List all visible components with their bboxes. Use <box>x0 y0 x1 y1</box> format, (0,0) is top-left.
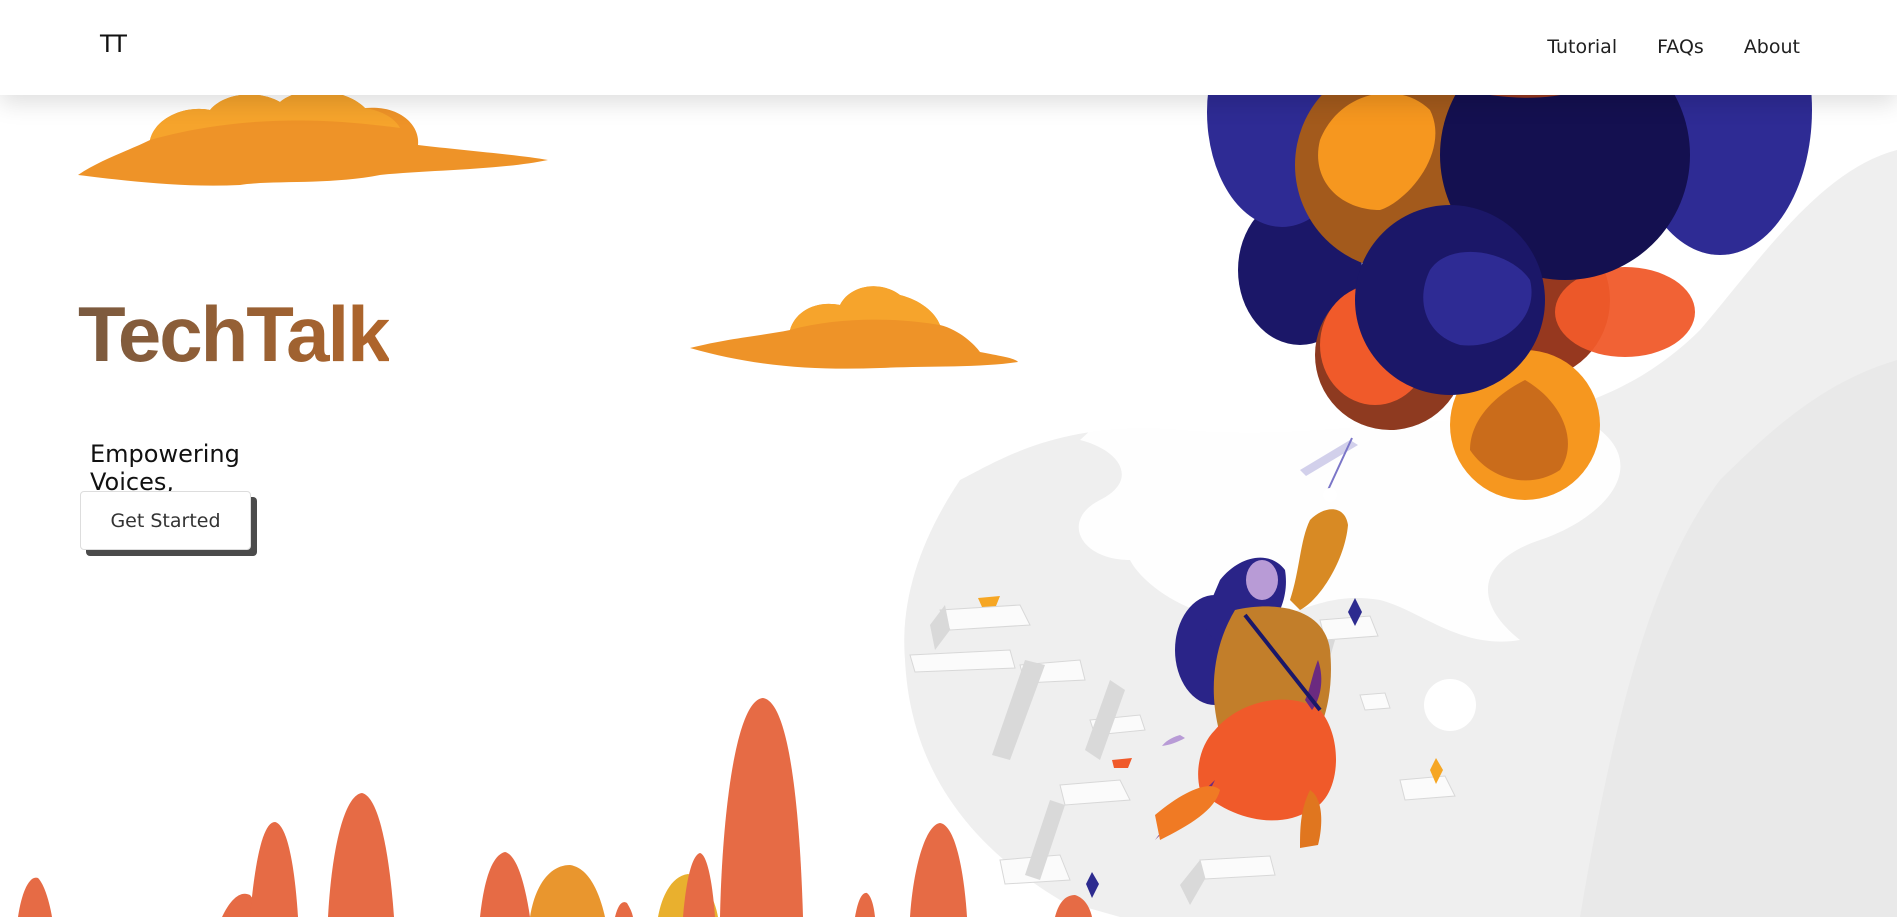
get-started-button[interactable]: Get Started <box>80 491 251 550</box>
cloud-center <box>690 286 1018 369</box>
cloud-left <box>78 90 548 186</box>
nav-link-tutorial[interactable]: Tutorial <box>1547 36 1617 58</box>
nav-link-about[interactable]: About <box>1744 36 1800 58</box>
hero-illustration <box>18 0 1897 917</box>
navbar: TT Tutorial FAQs About <box>0 0 1897 95</box>
site-logo[interactable]: TT <box>100 30 127 58</box>
nav-link-faqs[interactable]: FAQs <box>1657 36 1704 58</box>
hero-title: TechTalk <box>78 290 391 378</box>
nav-links: Tutorial FAQs About <box>1547 36 1800 58</box>
